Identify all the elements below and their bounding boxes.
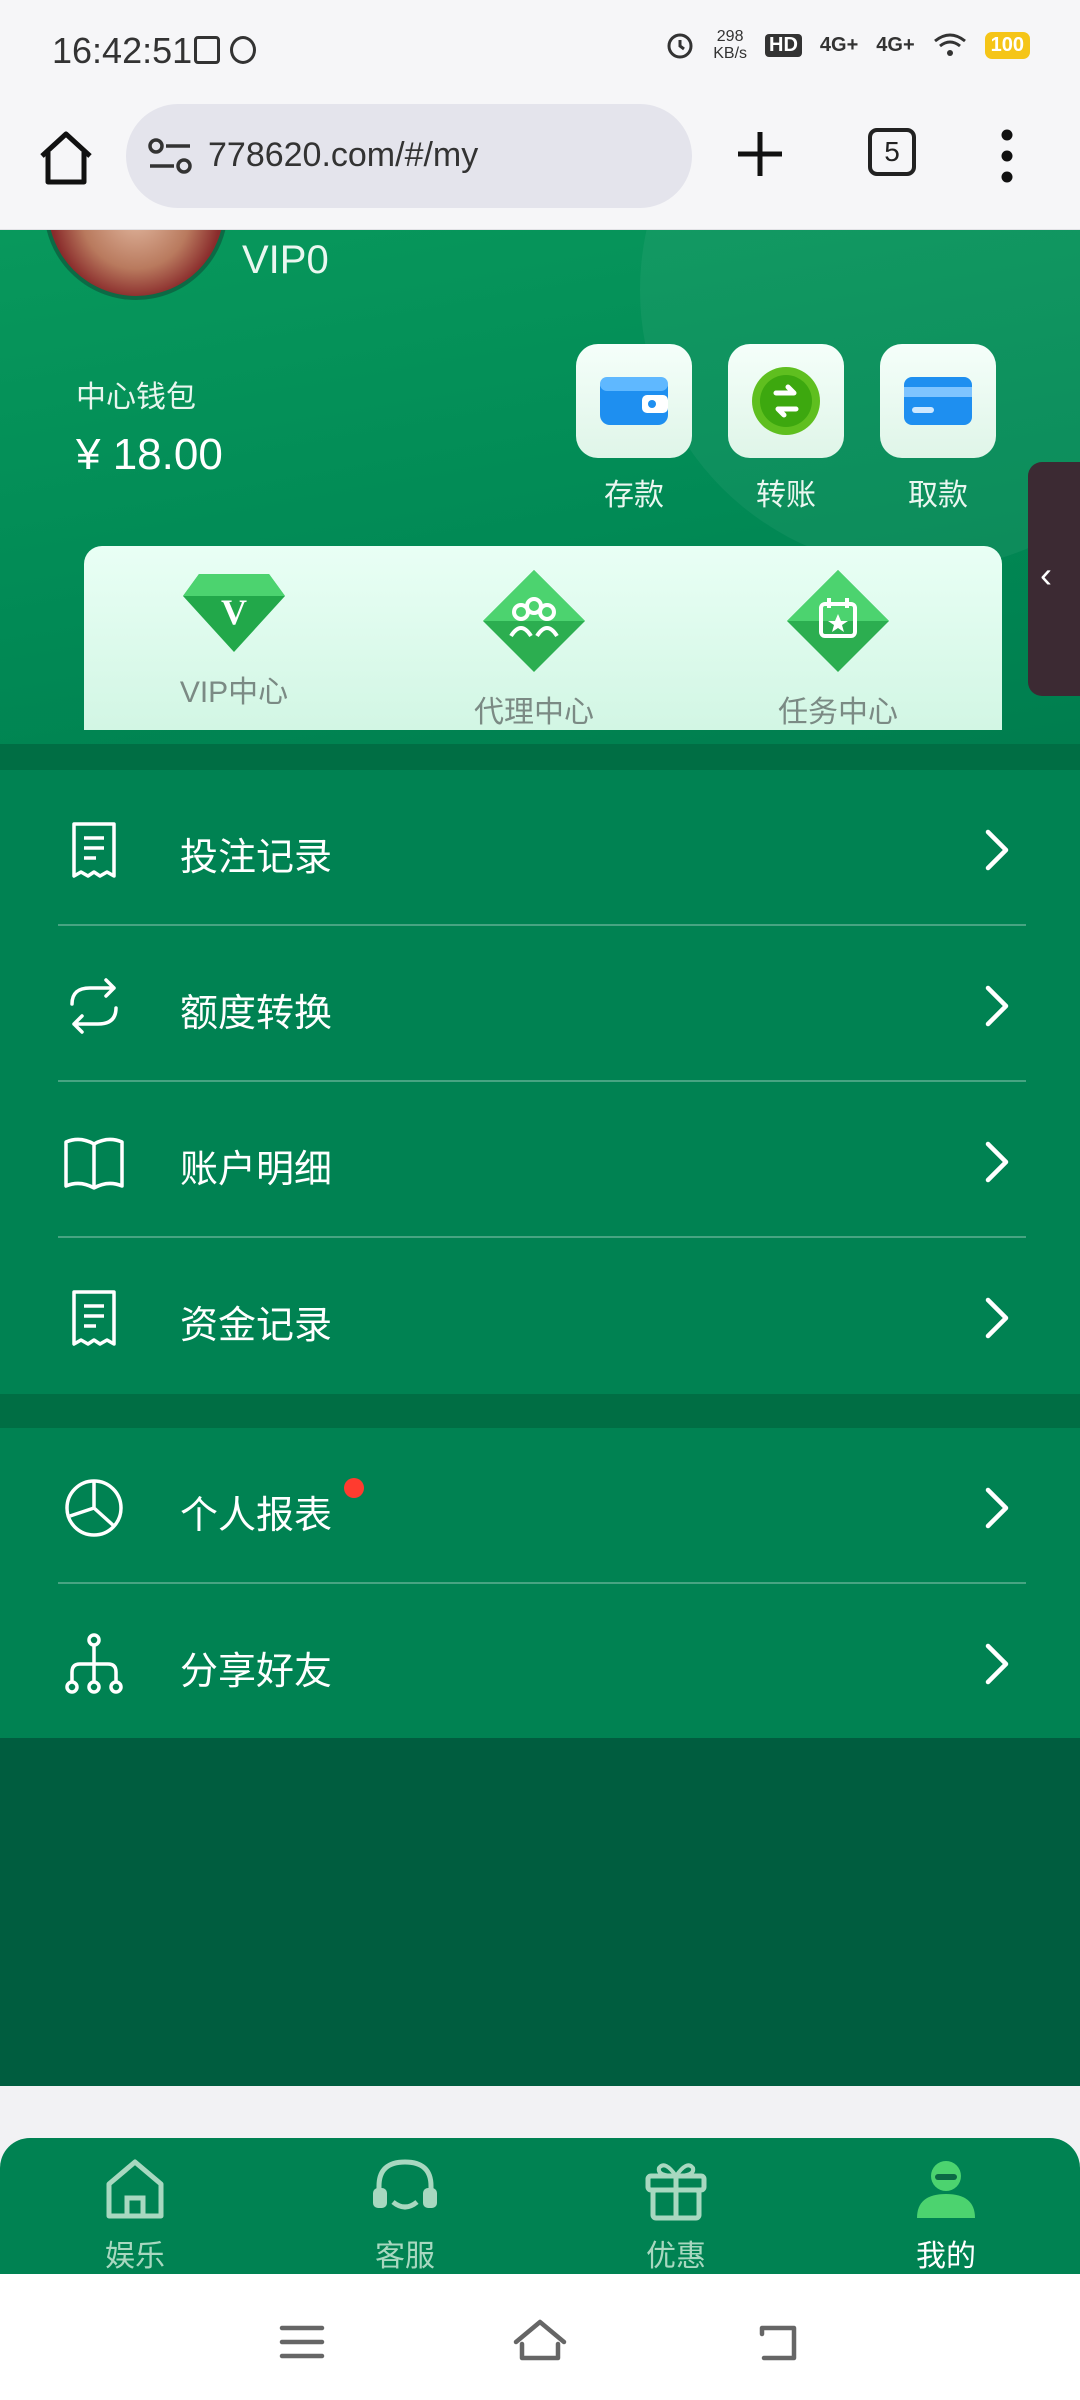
menu-group-reports: 个人报表 分享好友	[0, 1428, 1080, 1740]
vip-diamond-icon: V	[183, 574, 285, 652]
wallet-label: 中心钱包	[76, 381, 196, 414]
gift-icon	[645, 2163, 707, 2221]
task-icon	[787, 570, 889, 672]
menu-item-fund-records[interactable]: 资金记录	[0, 1238, 1080, 1394]
wifi-icon	[933, 33, 966, 56]
site-settings-icon[interactable]	[148, 136, 192, 176]
section-separator	[0, 1394, 1080, 1428]
receipt-icon	[72, 822, 116, 878]
menu-item-label: 账户明细	[180, 1149, 333, 1191]
receipt-icon	[72, 1290, 116, 1346]
deposit-button[interactable]: 存款	[576, 344, 692, 514]
refresh-icon	[70, 978, 118, 1034]
menu-item-label: 额度转换	[180, 993, 333, 1035]
profile-header: VIP0 中心钱包 ¥ 18.00 存款 转账 取款 ‹ V VIP中心 代理中…	[0, 230, 1080, 760]
bottom-navigation: 娱乐 客服 优惠 我的	[0, 2138, 1080, 2274]
chevron-left-icon: ‹	[1040, 554, 1052, 595]
chevron-right-icon	[985, 1643, 1009, 1685]
wallet-icon	[600, 377, 668, 425]
transfer-icon	[752, 367, 820, 435]
back-icon[interactable]	[750, 2314, 806, 2370]
data-saver-icon	[230, 36, 256, 64]
share-tree-icon	[65, 1633, 123, 1694]
more-menu-icon[interactable]	[1000, 128, 1014, 184]
task-center-link[interactable]: 任务中心	[718, 566, 958, 731]
menu-icon[interactable]	[274, 2314, 330, 2370]
menu-item-share-friends[interactable]: 分享好友	[0, 1584, 1080, 1740]
headset-icon	[373, 2159, 437, 2210]
status-time: 16:42:51	[52, 30, 193, 71]
home-nav-icon[interactable]	[512, 2314, 568, 2370]
browser-toolbar: 778620.com/#/my 5	[0, 100, 1080, 230]
url-text: 778620.com/#/my	[208, 136, 479, 174]
chevron-right-icon	[985, 1297, 1009, 1339]
nav-tab-promotions[interactable]: 优惠	[596, 2156, 756, 2275]
nav-tab-mine[interactable]: 我的	[866, 2156, 1026, 2275]
menu-item-label: 资金记录	[180, 1305, 333, 1347]
wallet-amount: ¥ 18.00	[76, 430, 223, 479]
book-icon	[64, 1137, 124, 1190]
net-speed: 298 KB/s	[713, 28, 748, 62]
side-drawer-tab[interactable]: ‹	[1028, 462, 1080, 696]
menu-item-label: 分享好友	[180, 1651, 333, 1693]
menu-item-label: 个人报表	[180, 1495, 333, 1537]
notification-badge	[344, 1478, 364, 1498]
nav-tab-customer-service[interactable]: 客服	[325, 2156, 485, 2275]
nav-tab-entertainment[interactable]: 娱乐	[55, 2156, 215, 2275]
menu-item-personal-report[interactable]: 个人报表	[0, 1428, 1080, 1584]
hd-icon: HD	[765, 33, 802, 57]
alarm-icon	[667, 33, 693, 59]
menu-item-account-details[interactable]: 账户明细	[0, 1082, 1080, 1238]
transfer-button[interactable]: 转账	[728, 344, 844, 514]
chevron-right-icon	[985, 1141, 1009, 1183]
menu-item-bet-records[interactable]: 投注记录	[0, 770, 1080, 926]
pie-chart-icon	[65, 1479, 123, 1537]
status-indicators: 298 KB/s HD 4G+ 4G+ 100	[665, 28, 1030, 62]
menu-item-credit-transfer[interactable]: 额度转换	[0, 926, 1080, 1082]
status-bar: 16:42:51 298 KB/s HD 4G+ 4G+ 100	[0, 0, 1080, 100]
signal-icon-1: 4G+	[819, 33, 859, 56]
user-icon	[917, 2161, 975, 2218]
agent-center-link[interactable]: 代理中心	[414, 566, 654, 731]
center-links-card: V VIP中心 代理中心 任务中心	[84, 546, 1002, 730]
battery-icon: 100	[984, 31, 1030, 59]
vip-center-link[interactable]: V VIP中心	[114, 566, 354, 711]
chevron-right-icon	[985, 1487, 1009, 1529]
clipboard-icon	[194, 36, 220, 64]
menu-group-records: 投注记录 额度转换 账户明细 资金记录	[0, 770, 1080, 1394]
withdraw-button[interactable]: 取款	[880, 344, 996, 514]
avatar[interactable]	[44, 230, 228, 300]
new-tab-icon[interactable]	[734, 128, 786, 180]
address-bar[interactable]: 778620.com/#/my	[126, 104, 692, 208]
vip-level: VIP0	[242, 238, 329, 282]
system-navigation-bar	[0, 2274, 1080, 2400]
section-separator	[0, 744, 1080, 770]
tab-switcher-button[interactable]: 5	[868, 128, 916, 176]
home-icon[interactable]	[36, 128, 96, 188]
empty-content-area	[0, 1738, 1080, 2086]
card-icon	[904, 377, 972, 425]
menu-item-label: 投注记录	[180, 837, 333, 879]
svg-text:V: V	[221, 592, 247, 632]
chevron-right-icon	[985, 829, 1009, 871]
home-icon	[106, 2159, 164, 2219]
chevron-right-icon	[985, 985, 1009, 1027]
signal-icon-2: 4G+	[876, 33, 915, 56]
agent-icon	[483, 570, 585, 672]
